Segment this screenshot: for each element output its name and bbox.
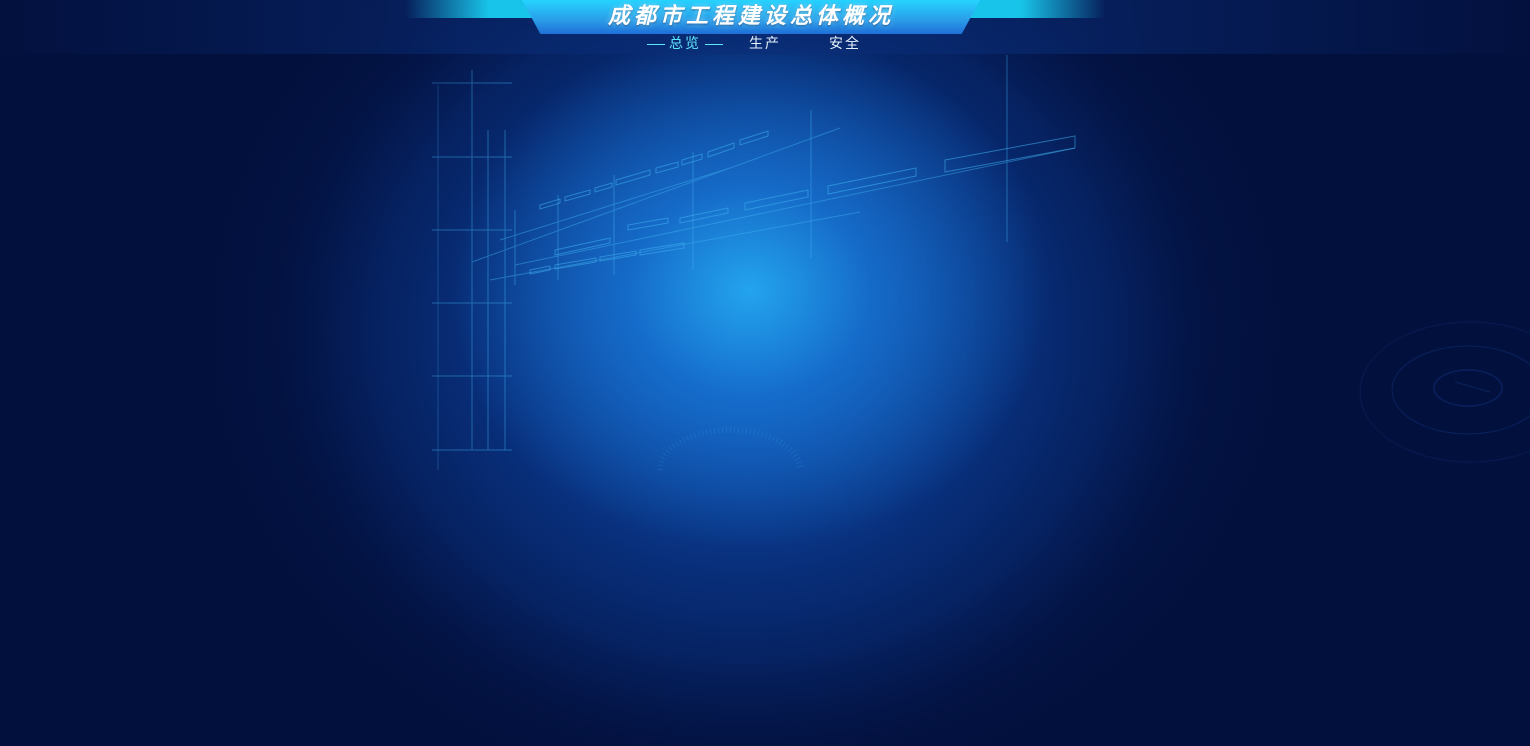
dashboard-stage: 成都市工程建设总体概况 总览 生产 安全 xyxy=(0,0,1530,746)
tab-safety-label: 安全 xyxy=(829,36,861,52)
page-title: 成都市工程建设总体概况 xyxy=(607,4,894,29)
header-bar: 成都市工程建设总体概况 总览 生产 安全 xyxy=(0,0,1530,56)
tab-overview[interactable]: 总览 xyxy=(645,34,725,54)
wireframe-decoration xyxy=(432,55,1530,471)
tab-production[interactable]: 生产 xyxy=(725,34,805,54)
top-nav: 总览 生产 安全 xyxy=(600,34,930,54)
vignette-overlay xyxy=(0,0,1530,746)
tab-overview-label: 总览 xyxy=(669,36,701,52)
tab-production-label: 生产 xyxy=(749,36,781,52)
tab-safety[interactable]: 安全 xyxy=(805,34,885,54)
